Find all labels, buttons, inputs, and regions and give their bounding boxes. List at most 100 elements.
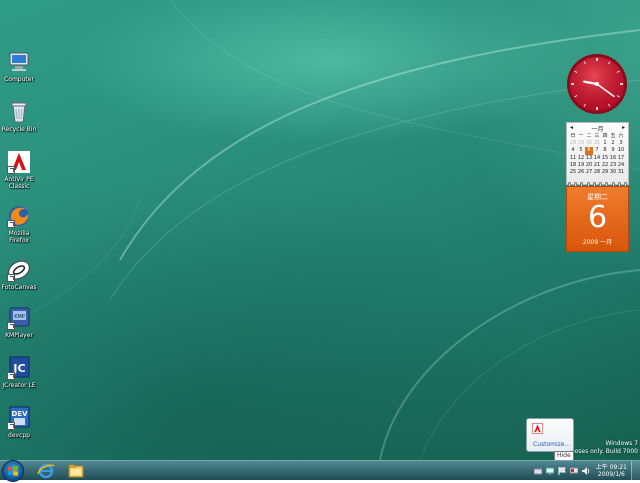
calendar-day-cell[interactable]: 3 xyxy=(617,140,625,147)
desktop-icon-label: KMPlayer xyxy=(5,332,33,339)
calendar-day-cell[interactable]: 18 xyxy=(569,162,577,169)
network-icon[interactable] xyxy=(545,467,555,475)
calendar-grid: 日一二三四五六 28 29 30 31 1 2 3 4 5 6 7 8 9 10 11 12 13 14 15 16 17… xyxy=(567,133,628,176)
volume-icon[interactable] xyxy=(581,466,590,475)
taskbar-windows-explorer[interactable] xyxy=(62,462,90,479)
desktop-icon-label: devcpp xyxy=(8,432,30,439)
calendar-day-cell[interactable]: 25 xyxy=(569,169,577,176)
display-icon[interactable] xyxy=(569,467,579,475)
calendar-day-cell[interactable]: 26 xyxy=(577,169,585,176)
desktop-icon-computer[interactable]: Computer xyxy=(0,50,38,83)
desktop-icon-label: FotoCanvas xyxy=(1,284,37,291)
calendar-day-cell[interactable]: 15 xyxy=(601,155,609,162)
fotocanvas-icon xyxy=(7,258,31,282)
calendar-month-view: ◂ 一月 ▸ 日一二三四五六 28 29 30 31 1 2 3 4 5 6 7 8 9 10 11 12 13 1… xyxy=(566,122,629,185)
calendar-day-cell[interactable]: 29 xyxy=(577,140,585,147)
internet-explorer-icon xyxy=(37,463,55,479)
calendar-day-cell[interactable]: 28 xyxy=(569,140,577,147)
desktop-icon-firefox[interactable]: Mozilla Firefox xyxy=(0,204,38,244)
tray-overflow-popup: Customize... xyxy=(526,418,574,452)
taskbar-clock[interactable]: 上午 09:21 2009/1/6 xyxy=(596,464,627,478)
calendar-day-cell[interactable]: 31 xyxy=(617,169,625,176)
prev-month-icon[interactable]: ◂ xyxy=(570,124,573,133)
next-month-icon[interactable]: ▸ xyxy=(622,124,625,133)
desktop-icon-label: Mozilla Firefox xyxy=(8,230,30,244)
calendar-day-cell[interactable]: 20 xyxy=(585,162,593,169)
svg-text:DEV: DEV xyxy=(11,410,28,418)
calendar-day-cell[interactable]: 2 xyxy=(609,140,617,147)
calendar-day-cell[interactable]: 6 xyxy=(585,147,593,155)
customize-link[interactable]: Customize... xyxy=(533,441,570,448)
calendar-day-cell[interactable]: 27 xyxy=(585,169,593,176)
shortcut-arrow-icon xyxy=(7,372,15,380)
keyboard-icon[interactable] xyxy=(533,467,543,475)
calendar-weekday-header: 二 xyxy=(586,133,592,139)
calendar-day-cell[interactable]: 22 xyxy=(601,162,609,169)
calendar-day-cell[interactable]: 10 xyxy=(617,147,625,154)
watermark-line2: rposes only. Build 7000 xyxy=(568,448,638,455)
antivir-tray-icon[interactable] xyxy=(532,423,543,434)
computer-icon xyxy=(7,50,31,74)
wallpaper xyxy=(0,0,640,460)
desktop-icon-antivir[interactable]: AntiVir PE Classic xyxy=(0,150,38,190)
clock-face xyxy=(567,54,627,114)
calendar-day-cell[interactable]: 16 xyxy=(609,155,617,162)
devcpp-icon: DEV xyxy=(7,406,31,430)
calendar-day-cell[interactable]: 12 xyxy=(577,155,585,162)
clock-gadget[interactable] xyxy=(566,53,628,115)
desktop-icon-recycle-bin[interactable]: Recycle Bin xyxy=(0,100,38,133)
calendar-day-cell[interactable]: 11 xyxy=(569,155,577,162)
calendar-year-month: 2009 一月 xyxy=(582,239,613,246)
calendar-weekday-header: 四 xyxy=(602,133,608,139)
desktop-icon-kmplayer[interactable]: KMP KMPlayer xyxy=(0,306,38,339)
calendar-day-cell[interactable]: 21 xyxy=(593,162,601,169)
calendar-weekday-header: 五 xyxy=(610,133,616,139)
watermark-line1: Windows 7 xyxy=(605,440,638,447)
calendar-day-cell[interactable]: 7 xyxy=(593,147,601,154)
shortcut-arrow-icon xyxy=(7,220,15,228)
taskbar: 上午 09:21 2009/1/6 xyxy=(0,460,640,482)
desktop-icon-jcreator[interactable]: JC JCreator LE xyxy=(0,356,38,389)
calendar-day-cell[interactable]: 9 xyxy=(609,147,617,154)
desktop-icon-devcpp[interactable]: DEV devcpp xyxy=(0,406,38,439)
calendar-day-cell[interactable]: 19 xyxy=(577,162,585,169)
calendar-day-cell[interactable]: 23 xyxy=(609,162,617,169)
calendar-day-number: 6 xyxy=(587,200,608,235)
antivir-icon xyxy=(7,150,31,174)
start-button[interactable] xyxy=(2,460,24,482)
tooltip: Hide xyxy=(554,451,574,460)
system-tray: 上午 09:21 2009/1/6 xyxy=(530,461,640,480)
desktop: Computer Recycle Bin AntiVir PE Classic … xyxy=(0,0,640,460)
calendar-day-cell[interactable]: 28 xyxy=(593,169,601,176)
shortcut-arrow-icon xyxy=(7,166,15,174)
calendar-day-cell[interactable]: 14 xyxy=(593,155,601,162)
calendar-day-cell[interactable]: 30 xyxy=(585,140,593,147)
calendar-weekday-header: 六 xyxy=(618,133,624,139)
calendar-day-cell[interactable]: 4 xyxy=(569,147,577,154)
calendar-day-cell[interactable]: 30 xyxy=(609,169,617,176)
recycle-bin-icon xyxy=(7,100,31,124)
desktop-icon-fotocanvas[interactable]: FotoCanvas xyxy=(0,258,38,291)
windows-explorer-icon xyxy=(68,464,84,478)
action-center-flag-icon[interactable] xyxy=(558,466,566,475)
show-desktop-button[interactable] xyxy=(631,461,640,480)
calendar-day-cell[interactable]: 5 xyxy=(577,147,585,154)
calendar-day-view: 星期二 6 2009 一月 xyxy=(566,186,629,252)
svg-text:KMP: KMP xyxy=(14,314,25,320)
calendar-day-cell[interactable]: 24 xyxy=(617,162,625,169)
desktop-icon-label: Recycle Bin xyxy=(1,126,37,133)
calendar-day-cell[interactable]: 1 xyxy=(601,140,609,147)
calendar-month-title: 一月 xyxy=(591,126,604,133)
calendar-day-cell[interactable]: 17 xyxy=(617,155,625,162)
calendar-weekday-header: 日 xyxy=(570,133,576,139)
firefox-icon xyxy=(7,204,31,228)
build-watermark: Windows 7 rposes only. Build 7000 xyxy=(568,440,638,456)
calendar-gadget[interactable]: ◂ 一月 ▸ 日一二三四五六 28 29 30 31 1 2 3 4 5 6 7 8 9 10 11 12 13 1… xyxy=(566,122,629,252)
calendar-day-cell[interactable]: 31 xyxy=(593,140,601,147)
calendar-day-cell[interactable]: 29 xyxy=(601,169,609,176)
kmplayer-icon: KMP xyxy=(7,306,31,330)
taskbar-internet-explorer[interactable] xyxy=(32,462,60,479)
calendar-day-cell[interactable]: 13 xyxy=(585,155,593,162)
calendar-day-cell[interactable]: 8 xyxy=(601,147,609,154)
taskbar-time: 上午 09:21 xyxy=(595,463,627,471)
